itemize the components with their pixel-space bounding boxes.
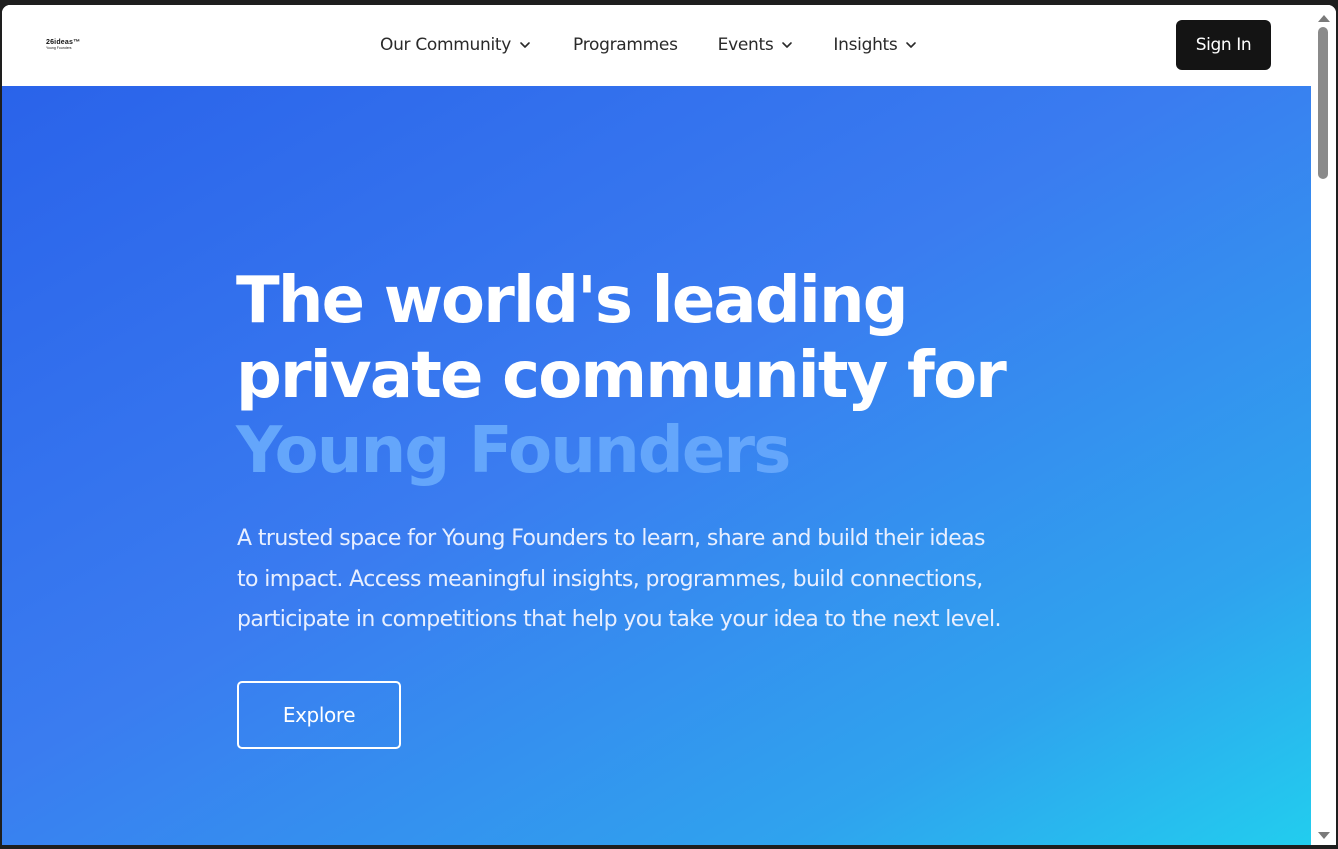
page-viewport: 26ideas™ Young Founders Our Community Pr…: [2, 5, 1311, 845]
hero-description-line: to impact. Access meaningful insights, p…: [237, 566, 983, 592]
logo-tagline: Young Founders: [46, 46, 72, 50]
nav-item-label: Insights: [833, 35, 898, 55]
nav-item-programmes[interactable]: Programmes: [573, 35, 678, 55]
hero-description: A trusted space for Young Founders to le…: [237, 519, 1097, 641]
hero-description-line: A trusted space for Young Founders to le…: [237, 526, 986, 551]
hero-title-accent: Young Founders: [236, 414, 791, 488]
nav-item-label: Events: [717, 35, 774, 55]
vertical-scrollbar[interactable]: [1311, 5, 1336, 845]
hero-title-line: The world's leading: [236, 264, 909, 338]
logo-wordmark: 26ideas™: [46, 39, 81, 46]
logo[interactable]: 26ideas™ Young Founders: [46, 39, 80, 51]
hero-description-line: participate in competitions that help yo…: [237, 607, 1002, 632]
main-nav: Our Community Programmes Events Insights: [380, 32, 917, 58]
hero-section: The world's leading private community fo…: [2, 86, 1311, 845]
scroll-up-arrow-icon[interactable]: [1318, 15, 1330, 22]
nav-item-events[interactable]: Events: [718, 35, 794, 55]
sign-in-button[interactable]: Sign In: [1176, 20, 1271, 70]
site-header: 26ideas™ Young Founders Our Community Pr…: [2, 5, 1311, 86]
nav-item-our-community[interactable]: Our Community: [380, 35, 531, 55]
scroll-thumb[interactable]: [1318, 27, 1328, 179]
explore-button[interactable]: Explore: [237, 681, 401, 749]
nav-item-insights[interactable]: Insights: [833, 35, 917, 55]
scroll-down-arrow-icon[interactable]: [1318, 832, 1330, 839]
chevron-down-icon: [520, 42, 530, 48]
nav-item-label: Programmes: [573, 35, 678, 55]
chevron-down-icon: [906, 42, 917, 48]
hero-title: The world's leading private community fo…: [236, 264, 1136, 489]
hero-title-line: private community for: [236, 339, 1007, 413]
chevron-down-icon: [782, 42, 793, 48]
nav-item-label: Our Community: [380, 35, 512, 55]
browser-window: 26ideas™ Young Founders Our Community Pr…: [2, 5, 1336, 845]
